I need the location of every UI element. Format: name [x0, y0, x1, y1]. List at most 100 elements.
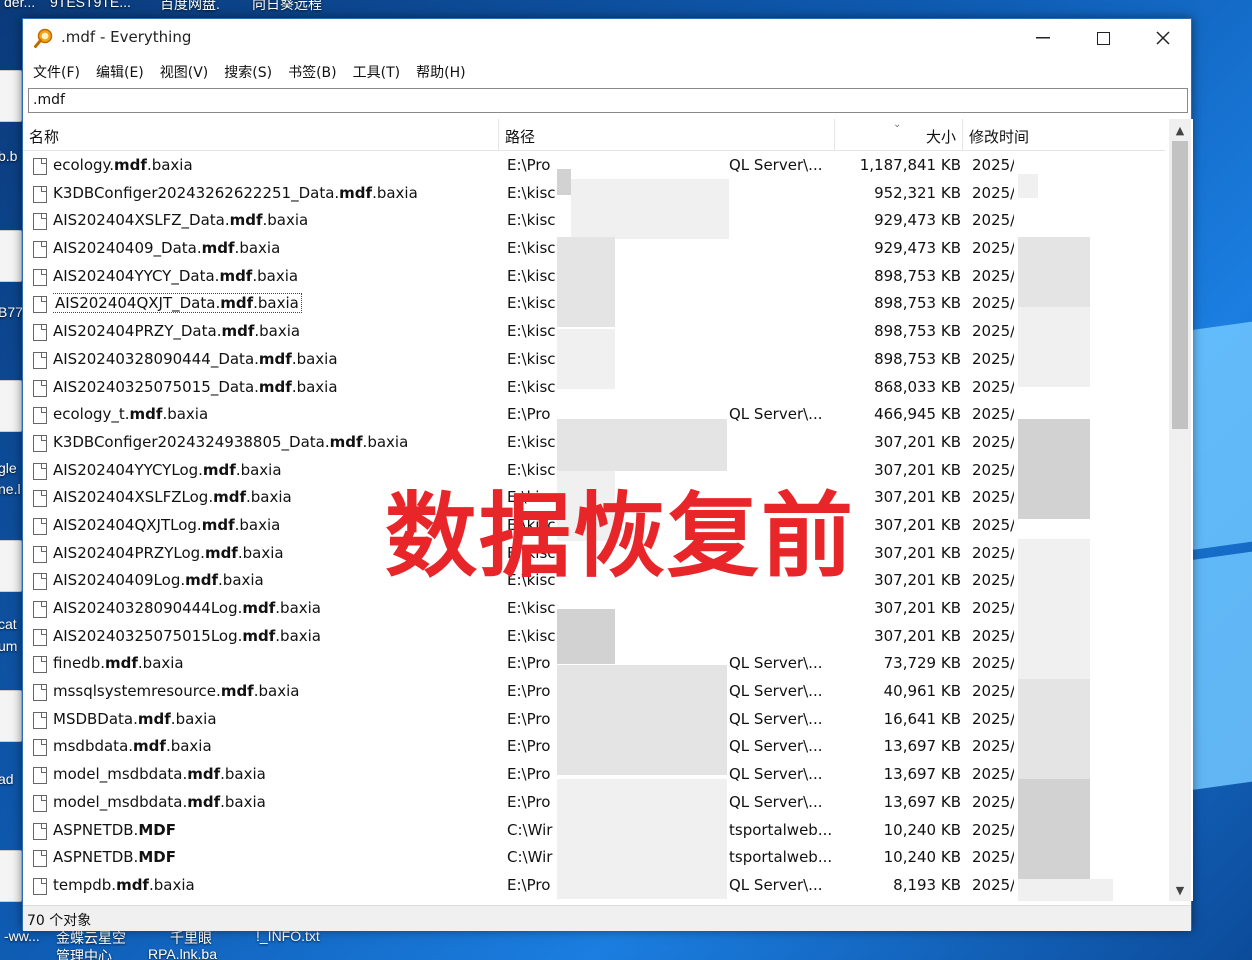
file-name-text: AIS202404XSLFZLog.mdf.baxia	[53, 488, 292, 506]
search-input[interactable]: .mdf	[28, 88, 1188, 113]
desktop-label[interactable]: 向日葵远程	[252, 0, 322, 14]
desktop-file-icon[interactable]	[0, 850, 22, 902]
file-name[interactable]: AIS20240325075015_Data.mdf.baxia	[53, 374, 493, 402]
file-path-tail: QL Server\...	[729, 875, 823, 894]
scroll-down-icon[interactable]: ▼	[1169, 881, 1191, 901]
desktop-file-icon[interactable]	[0, 70, 22, 122]
menu-tools[interactable]: 工具(T)	[347, 59, 406, 83]
file-name[interactable]: AIS20240328090444_Data.mdf.baxia	[53, 346, 493, 374]
file-icon	[33, 711, 47, 729]
redaction-block	[557, 665, 727, 775]
close-button[interactable]	[1133, 19, 1193, 57]
file-name[interactable]: msdbdata.mdf.baxia	[53, 733, 493, 761]
menu-view[interactable]: 视图(V)	[154, 59, 215, 83]
file-name[interactable]: MSDBData.mdf.baxia	[53, 706, 493, 734]
desktop-label[interactable]: 管理中心	[56, 946, 112, 960]
file-path: E:\Pro	[507, 405, 551, 424]
desktop-label[interactable]: RPA.lnk.ba	[148, 946, 217, 960]
redaction-block	[557, 779, 727, 899]
file-name[interactable]: finedb.mdf.baxia	[53, 650, 493, 678]
file-path-tail: QL Server\...	[729, 156, 823, 174]
file-name[interactable]: model_msdbdata.mdf.baxia	[53, 761, 493, 789]
file-icon	[33, 379, 47, 397]
file-size: 929,473 KB	[874, 211, 961, 230]
file-name-match: mdf	[220, 682, 254, 701]
file-size: 13,697 KB	[883, 737, 961, 756]
file-name[interactable]: AIS20240328090444Log.mdf.baxia	[53, 595, 493, 623]
file-name[interactable]: ecology.mdf.baxia	[53, 152, 493, 180]
file-name[interactable]: ASPNETDB.MDF	[53, 817, 493, 845]
file-name-text: ASPNETDB.MDF	[53, 821, 176, 839]
file-icon	[33, 407, 47, 425]
file-name[interactable]: tempdb.mdf.baxia	[53, 872, 493, 900]
menu-bookmarks[interactable]: 书签(B)	[282, 59, 343, 83]
file-size: 466,945 KB	[874, 405, 961, 424]
file-name-prefix: AIS202404XSLFZ_Data.	[53, 211, 230, 230]
column-size-label: 大小	[925, 128, 956, 146]
file-icon	[33, 684, 47, 702]
file-name[interactable]: ecology_t.mdf.baxia	[53, 401, 493, 429]
file-name-text: ecology_t.mdf.baxia	[53, 405, 208, 423]
file-icon	[33, 628, 47, 646]
file-name-match: mdf	[258, 349, 292, 368]
file-name-prefix: AIS20240328090444Log.	[53, 599, 243, 617]
file-name[interactable]: AIS202404YYCY_Data.mdf.baxia	[53, 263, 493, 291]
column-name-header[interactable]: 名称	[23, 119, 499, 151]
desktop-file-icon[interactable]	[0, 540, 22, 592]
desktop-label[interactable]: 9TEST9TE...	[50, 0, 131, 10]
file-name[interactable]: K3DBConfiger2024324938805_Data.mdf.baxia	[53, 429, 493, 457]
file-name[interactable]: model_msdbdata.mdf.baxia	[53, 789, 493, 817]
file-name[interactable]: AIS20240325075015Log.mdf.baxia	[53, 623, 493, 651]
column-modified-header[interactable]: 修改时间	[963, 119, 1165, 151]
file-path-tail: tsportalweb...	[729, 820, 833, 839]
file-icon	[33, 213, 47, 231]
file-name-match: mdf	[219, 266, 253, 285]
file-name-text: mssqlsystemresource.mdf.baxia	[53, 682, 299, 700]
file-size: 10,240 KB	[883, 820, 961, 839]
desktop-label[interactable]: 千里眼	[170, 928, 212, 948]
desktop-file-icon[interactable]	[0, 380, 22, 432]
scrollbar-thumb[interactable]	[1172, 141, 1188, 429]
menu-help[interactable]: 帮助(H)	[410, 59, 471, 83]
table-row[interactable]: ecology.mdf.baxia E:\Pro QL Server\... 1,18…	[23, 152, 1165, 180]
file-path: C:\Wir	[507, 820, 553, 839]
minimize-button[interactable]	[1013, 19, 1073, 57]
file-name-match: mdf	[201, 515, 235, 534]
desktop-label[interactable]: 百度网盘.	[160, 0, 220, 14]
file-name-text: finedb.mdf.baxia	[53, 654, 184, 672]
file-name-match: mdf	[221, 322, 255, 341]
scroll-up-icon[interactable]: ▲	[1169, 121, 1191, 141]
vertical-scrollbar[interactable]: ▲ ▼	[1169, 119, 1191, 901]
file-name[interactable]: AIS20240409_Data.mdf.baxia	[53, 235, 493, 263]
file-name-prefix: AIS202404PRZYLog.	[53, 543, 205, 562]
file-size: 307,201 KB	[874, 543, 961, 562]
file-name-suffix: .baxia	[162, 405, 209, 424]
column-size-header[interactable]: ⌄ 大小	[835, 119, 963, 151]
file-name[interactable]: AIS202404PRZY_Data.mdf.baxia	[53, 318, 493, 346]
column-path-header[interactable]: 路径	[499, 119, 835, 151]
menu-edit[interactable]: 编辑(E)	[90, 59, 150, 83]
file-name-match: mdf	[185, 571, 219, 590]
file-name[interactable]: K3DBConfiger20243262622251_Data.mdf.baxi…	[53, 180, 493, 208]
menu-search[interactable]: 搜索(S)	[218, 59, 278, 83]
sort-descending-icon: ⌄	[893, 119, 902, 130]
file-name-prefix: AIS202404QXJT_Data.	[55, 294, 221, 313]
desktop-label[interactable]: 金蝶云星空	[56, 928, 126, 948]
file-name-suffix: .baxia	[291, 349, 338, 368]
file-size: 307,201 KB	[874, 460, 961, 479]
desktop-file-icon[interactable]	[0, 230, 22, 282]
title-bar[interactable]: .mdf - Everything	[23, 19, 1191, 57]
file-name[interactable]: AIS202404QXJT_Data.mdf.baxia	[53, 290, 493, 318]
file-modified: 2025/8	[972, 820, 1014, 839]
menu-file[interactable]: 文件(F)	[27, 59, 86, 83]
file-path: E:\kisc	[507, 377, 556, 396]
file-name-prefix: AIS20240325075015_Data.	[53, 377, 259, 396]
file-name-prefix: ASPNETDB.	[53, 820, 139, 839]
maximize-button[interactable]	[1073, 19, 1133, 57]
desktop-label[interactable]: der...	[4, 0, 35, 10]
desktop-file-icon[interactable]	[0, 690, 22, 742]
file-icon	[33, 822, 47, 840]
file-name[interactable]: AIS202404XSLFZ_Data.mdf.baxia	[53, 207, 493, 235]
file-name[interactable]: ASPNETDB.MDF	[53, 844, 493, 872]
file-name[interactable]: mssqlsystemresource.mdf.baxia	[53, 678, 493, 706]
